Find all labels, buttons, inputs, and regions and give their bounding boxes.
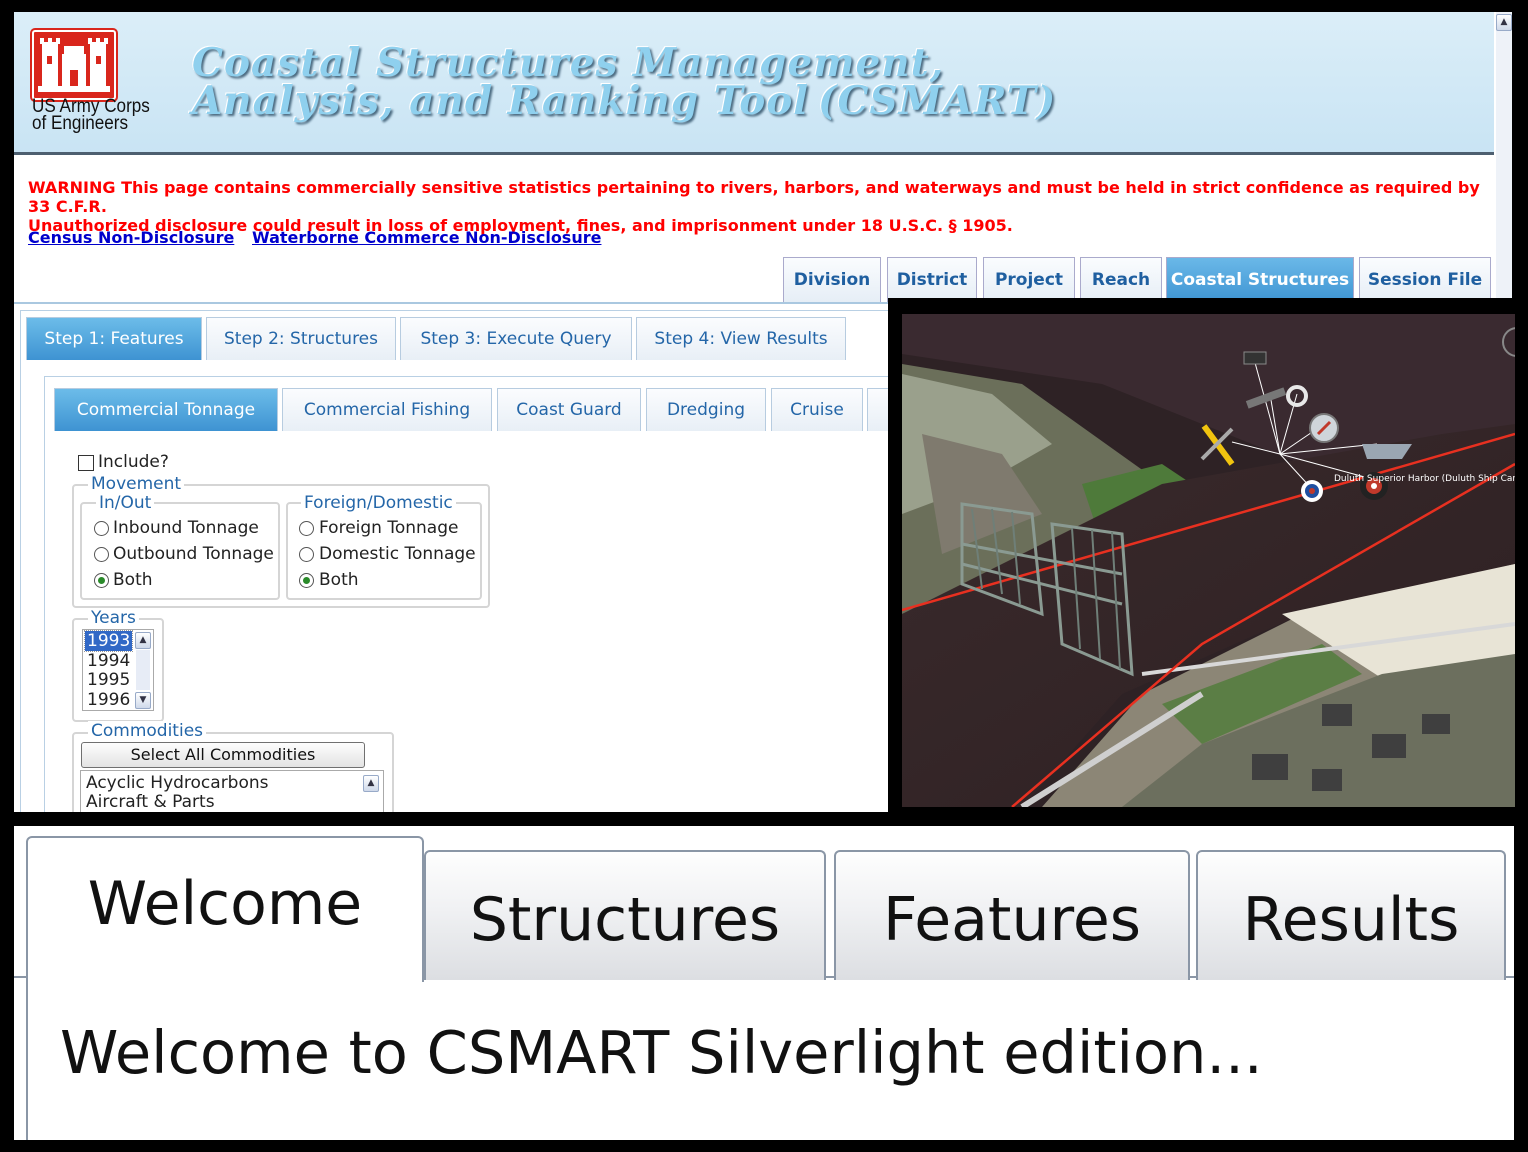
warning-line-2: Unauthorized disclosure could result in … xyxy=(28,216,1013,235)
silverlight-app: Welcome Structures Features Results Welc… xyxy=(14,826,1514,1140)
tab-step-3-execute-query[interactable]: Step 3: Execute Query xyxy=(400,317,632,360)
google-earth-map[interactable]: Duluth Superior Harbor (Duluth Ship Cana… xyxy=(902,314,1515,807)
year-option[interactable]: 1996 xyxy=(87,690,130,710)
commodity-option[interactable]: Acyclic Hydrocarbons xyxy=(86,773,269,793)
welcome-message: Welcome to CSMART Silverlight edition... xyxy=(60,1018,1263,1087)
tab-coastal-structures[interactable]: Coastal Structures xyxy=(1166,257,1354,302)
tab-division[interactable]: Division xyxy=(783,257,881,302)
usace-org-name: US Army Corps of Engineers xyxy=(32,97,167,134)
years-legend: Years xyxy=(88,608,139,628)
foreign-both-radio[interactable] xyxy=(299,573,314,588)
include-checkbox[interactable] xyxy=(78,455,94,471)
org-line-2: of Engineers xyxy=(32,113,129,134)
foreign-both-label: Both xyxy=(319,570,359,590)
confidentiality-warning: WARNING This page contains commercially … xyxy=(28,178,1498,235)
inout-both-radio[interactable] xyxy=(94,573,109,588)
page-scrollbar[interactable]: ▲ xyxy=(1496,12,1512,302)
foreign-domestic-legend: Foreign/Domestic xyxy=(301,493,456,513)
domestic-label: Domestic Tonnage xyxy=(319,544,476,564)
title-line-2: Analysis, and Ranking Tool xyxy=(192,78,810,124)
waterborne-nondisclosure-link[interactable]: Waterborne Commerce Non-Disclosure xyxy=(252,228,601,247)
tab-dredging[interactable]: Dredging xyxy=(646,388,766,431)
years-scrollbar[interactable] xyxy=(136,650,150,690)
tab-coast-guard[interactable]: Coast Guard xyxy=(497,388,641,431)
chevron-down-icon[interactable]: ▼ xyxy=(135,692,151,709)
year-option[interactable]: 1994 xyxy=(87,651,130,671)
content-left-border xyxy=(26,976,28,1140)
page-header: US Army Corps of Engineers Coastal Struc… xyxy=(14,12,1494,155)
scroll-up-icon[interactable]: ▲ xyxy=(1496,14,1512,31)
foreign-radio[interactable] xyxy=(299,521,314,536)
tab-project[interactable]: Project xyxy=(983,257,1075,302)
outbound-radio[interactable] xyxy=(94,547,109,562)
outbound-label: Outbound Tonnage xyxy=(113,544,274,564)
tab-session-file[interactable]: Session File xyxy=(1359,257,1491,302)
years-listbox[interactable]: 1993 1994 1995 1996 ▲ ▼ xyxy=(82,629,154,711)
foreign-label: Foreign Tonnage xyxy=(319,518,459,538)
inbound-radio[interactable] xyxy=(94,521,109,536)
chevron-up-icon[interactable]: ▲ xyxy=(135,632,151,649)
domestic-radio[interactable] xyxy=(299,547,314,562)
commodities-listbox[interactable]: Acyclic Hydrocarbons Aircraft & Parts ▲ xyxy=(80,770,384,812)
year-option[interactable]: 1993 xyxy=(83,630,134,652)
year-option[interactable]: 1995 xyxy=(87,670,130,690)
commodity-option[interactable]: Aircraft & Parts xyxy=(86,792,215,812)
inout-both-label: Both xyxy=(113,570,153,590)
map-placemark-label[interactable]: Duluth Superior Harbor (Duluth Ship Cana… xyxy=(1334,474,1515,484)
chevron-up-icon[interactable]: ▲ xyxy=(363,775,379,792)
warning-line-1: WARNING This page contains commercially … xyxy=(28,178,1480,216)
tab-step-1-features[interactable]: Step 1: Features xyxy=(26,317,202,360)
tab-cruise[interactable]: Cruise xyxy=(771,388,863,431)
tab-welcome[interactable]: Welcome xyxy=(26,836,424,982)
tab-commercial-tonnage[interactable]: Commercial Tonnage xyxy=(54,388,278,431)
tab-features[interactable]: Features xyxy=(834,850,1190,980)
tab-step-2-structures[interactable]: Step 2: Structures xyxy=(206,317,396,360)
inout-legend: In/Out xyxy=(96,493,155,513)
tab-commercial-fishing[interactable]: Commercial Fishing xyxy=(282,388,492,431)
movement-legend: Movement xyxy=(88,474,185,494)
include-label: Include? xyxy=(98,452,169,472)
select-all-commodities-button[interactable]: Select All Commodities xyxy=(81,742,365,768)
usace-castle-logo xyxy=(32,30,116,100)
commodities-legend: Commodities xyxy=(88,721,207,741)
tab-results[interactable]: Results xyxy=(1196,850,1506,980)
title-abbreviation: (CSMART) xyxy=(818,78,1057,124)
tab-reach[interactable]: Reach xyxy=(1080,257,1162,302)
inbound-label: Inbound Tonnage xyxy=(113,518,259,538)
tab-structures[interactable]: Structures xyxy=(424,850,826,980)
census-nondisclosure-link[interactable]: Census Non-Disclosure xyxy=(28,228,234,247)
tab-district[interactable]: District xyxy=(887,257,977,302)
tab-step-4-view-results[interactable]: Step 4: View Results xyxy=(636,317,846,360)
